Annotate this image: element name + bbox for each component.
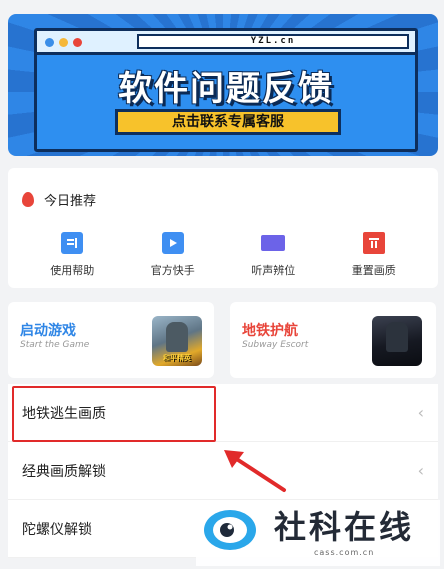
shortcut-label: 使用帮助 [50,264,95,277]
flame-icon [22,192,34,207]
play-icon [161,232,184,254]
banner-headline: 软件问题反馈 [118,69,334,109]
banner-browser-bar: YZL.cn [37,31,415,55]
chevron-left-icon: ‹ [417,403,424,422]
trash-icon [362,232,385,254]
shortcut-label: 官方快手 [150,264,195,277]
soldier-figure [386,322,408,352]
thumbnail-logo-text: 和平精英 [163,354,191,362]
shortcut-sound-locate[interactable]: 听声辨位 [233,232,313,278]
soldier-figure [166,322,188,352]
start-game-tile[interactable]: 启动游戏 Start the Game 和平精英 [8,302,214,378]
tile-subtitle: Start the Game [20,340,90,350]
window-dot-blue [45,38,54,47]
contact-support-button[interactable]: 点击联系专属客服 [115,109,341,135]
pubg-thumbnail: 和平精英 [152,316,202,366]
shortcut-grid: 使用帮助 官方快手 听声辨位 重置画质 [8,232,438,278]
list-item-label: 陀螺仪解锁 [22,521,92,538]
feedback-banner[interactable]: YZL.cn 软件问题反馈 点击联系专属客服 [8,14,438,156]
eye-logo-icon [204,510,256,550]
recommend-card: 今日推荐 使用帮助 官方快手 听声辨位 重置画质 [8,168,438,288]
annotation-arrow-icon [224,450,286,492]
banner-browser-frame: YZL.cn 软件问题反馈 点击联系专属客服 [34,28,418,152]
tile-title: 地铁护航 [242,323,298,339]
watermark: 社科在线 cass.com.cn [196,500,440,566]
recommend-title: 今日推荐 [44,194,97,209]
shortcut-reset-quality[interactable]: 重置画质 [334,232,414,278]
watermark-text: 社科在线 [274,508,415,546]
tile-subtitle: Subway Escort [242,340,309,350]
document-icon [61,232,84,254]
shortcut-help[interactable]: 使用帮助 [32,232,112,278]
shortcut-label: 重置画质 [351,264,396,277]
subway-escort-tile[interactable]: 地铁护航 Subway Escort [230,302,436,378]
watermark-url: cass.com.cn [314,548,375,557]
window-dot-yellow [59,38,68,47]
window-dot-red [73,38,82,47]
shortcut-label: 听声辨位 [251,264,296,277]
banner-url: YZL.cn [137,34,409,49]
chevron-left-icon: ‹ [417,461,424,480]
tile-title: 启动游戏 [20,323,76,339]
metro-thumbnail [372,316,422,366]
list-item-label: 经典画质解锁 [22,463,106,480]
monitor-icon [261,235,286,251]
recommend-header: 今日推荐 [22,190,96,209]
highlight-box [12,386,216,442]
shortcut-kuaishou[interactable]: 官方快手 [133,232,213,278]
